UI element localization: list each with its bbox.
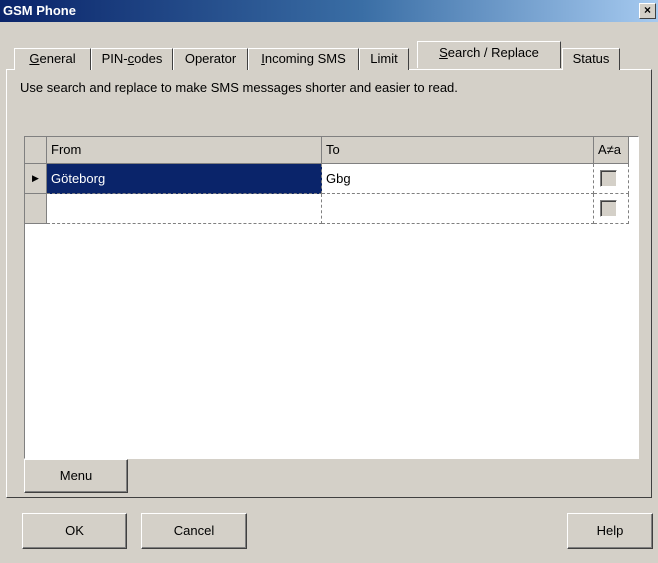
column-header-to[interactable]: To xyxy=(322,137,594,164)
cell-to[interactable]: Gbg xyxy=(322,164,594,194)
cell-case[interactable] xyxy=(594,194,629,224)
tab-pin-codes-prefix: PIN- xyxy=(101,51,128,66)
tab-general-label: eneral xyxy=(39,51,76,66)
tab-status-label: Status xyxy=(572,51,610,66)
tab-general-mnemonic: G xyxy=(29,51,40,66)
column-header-case[interactable]: A≠a xyxy=(594,137,629,164)
title-bar: GSM Phone × xyxy=(0,0,658,22)
tab-search-replace-label: earch / Replace xyxy=(447,45,539,60)
cell-from[interactable] xyxy=(47,194,322,224)
tab-limit-label: Limit xyxy=(370,51,398,66)
replace-grid[interactable]: From To A≠a ▶ Göteborg Gbg xyxy=(24,136,639,459)
case-sensitive-checkbox[interactable] xyxy=(600,170,617,187)
tab-search-replace[interactable]: Search / Replace xyxy=(417,41,561,68)
tab-pin-codes[interactable]: PIN-codes xyxy=(91,48,173,70)
ok-button[interactable]: OK xyxy=(22,513,127,549)
close-button[interactable]: × xyxy=(639,3,656,19)
tab-status[interactable]: Status xyxy=(562,48,620,70)
tab-operator[interactable]: Operator xyxy=(173,48,248,70)
tab-search-replace-mnemonic: S xyxy=(439,45,448,60)
grid-corner xyxy=(25,137,47,164)
window-title: GSM Phone xyxy=(3,3,76,18)
tab-limit[interactable]: Limit xyxy=(359,48,409,70)
tab-incoming-sms-label: ncoming SMS xyxy=(264,51,346,66)
tab-general[interactable]: General xyxy=(14,48,91,70)
cancel-button[interactable]: Cancel xyxy=(141,513,247,549)
cell-case[interactable] xyxy=(594,164,629,194)
tab-operator-label: Operator xyxy=(184,51,237,66)
cell-to[interactable] xyxy=(322,194,594,224)
menu-button[interactable]: Menu xyxy=(24,459,128,493)
current-row-arrow-icon: ▶ xyxy=(32,173,39,183)
tab-incoming-sms[interactable]: Incoming SMS xyxy=(248,48,359,70)
tab-pin-codes-label: odes xyxy=(134,51,163,66)
case-sensitive-checkbox[interactable] xyxy=(600,200,617,217)
help-button[interactable]: Help xyxy=(567,513,653,549)
cell-from[interactable]: Göteborg xyxy=(47,164,322,194)
column-header-from[interactable]: From xyxy=(47,137,322,164)
row-indicator[interactable] xyxy=(25,194,47,224)
close-icon[interactable]: × xyxy=(644,3,651,17)
description-text: Use search and replace to make SMS messa… xyxy=(20,80,458,95)
row-indicator[interactable]: ▶ xyxy=(25,164,47,194)
